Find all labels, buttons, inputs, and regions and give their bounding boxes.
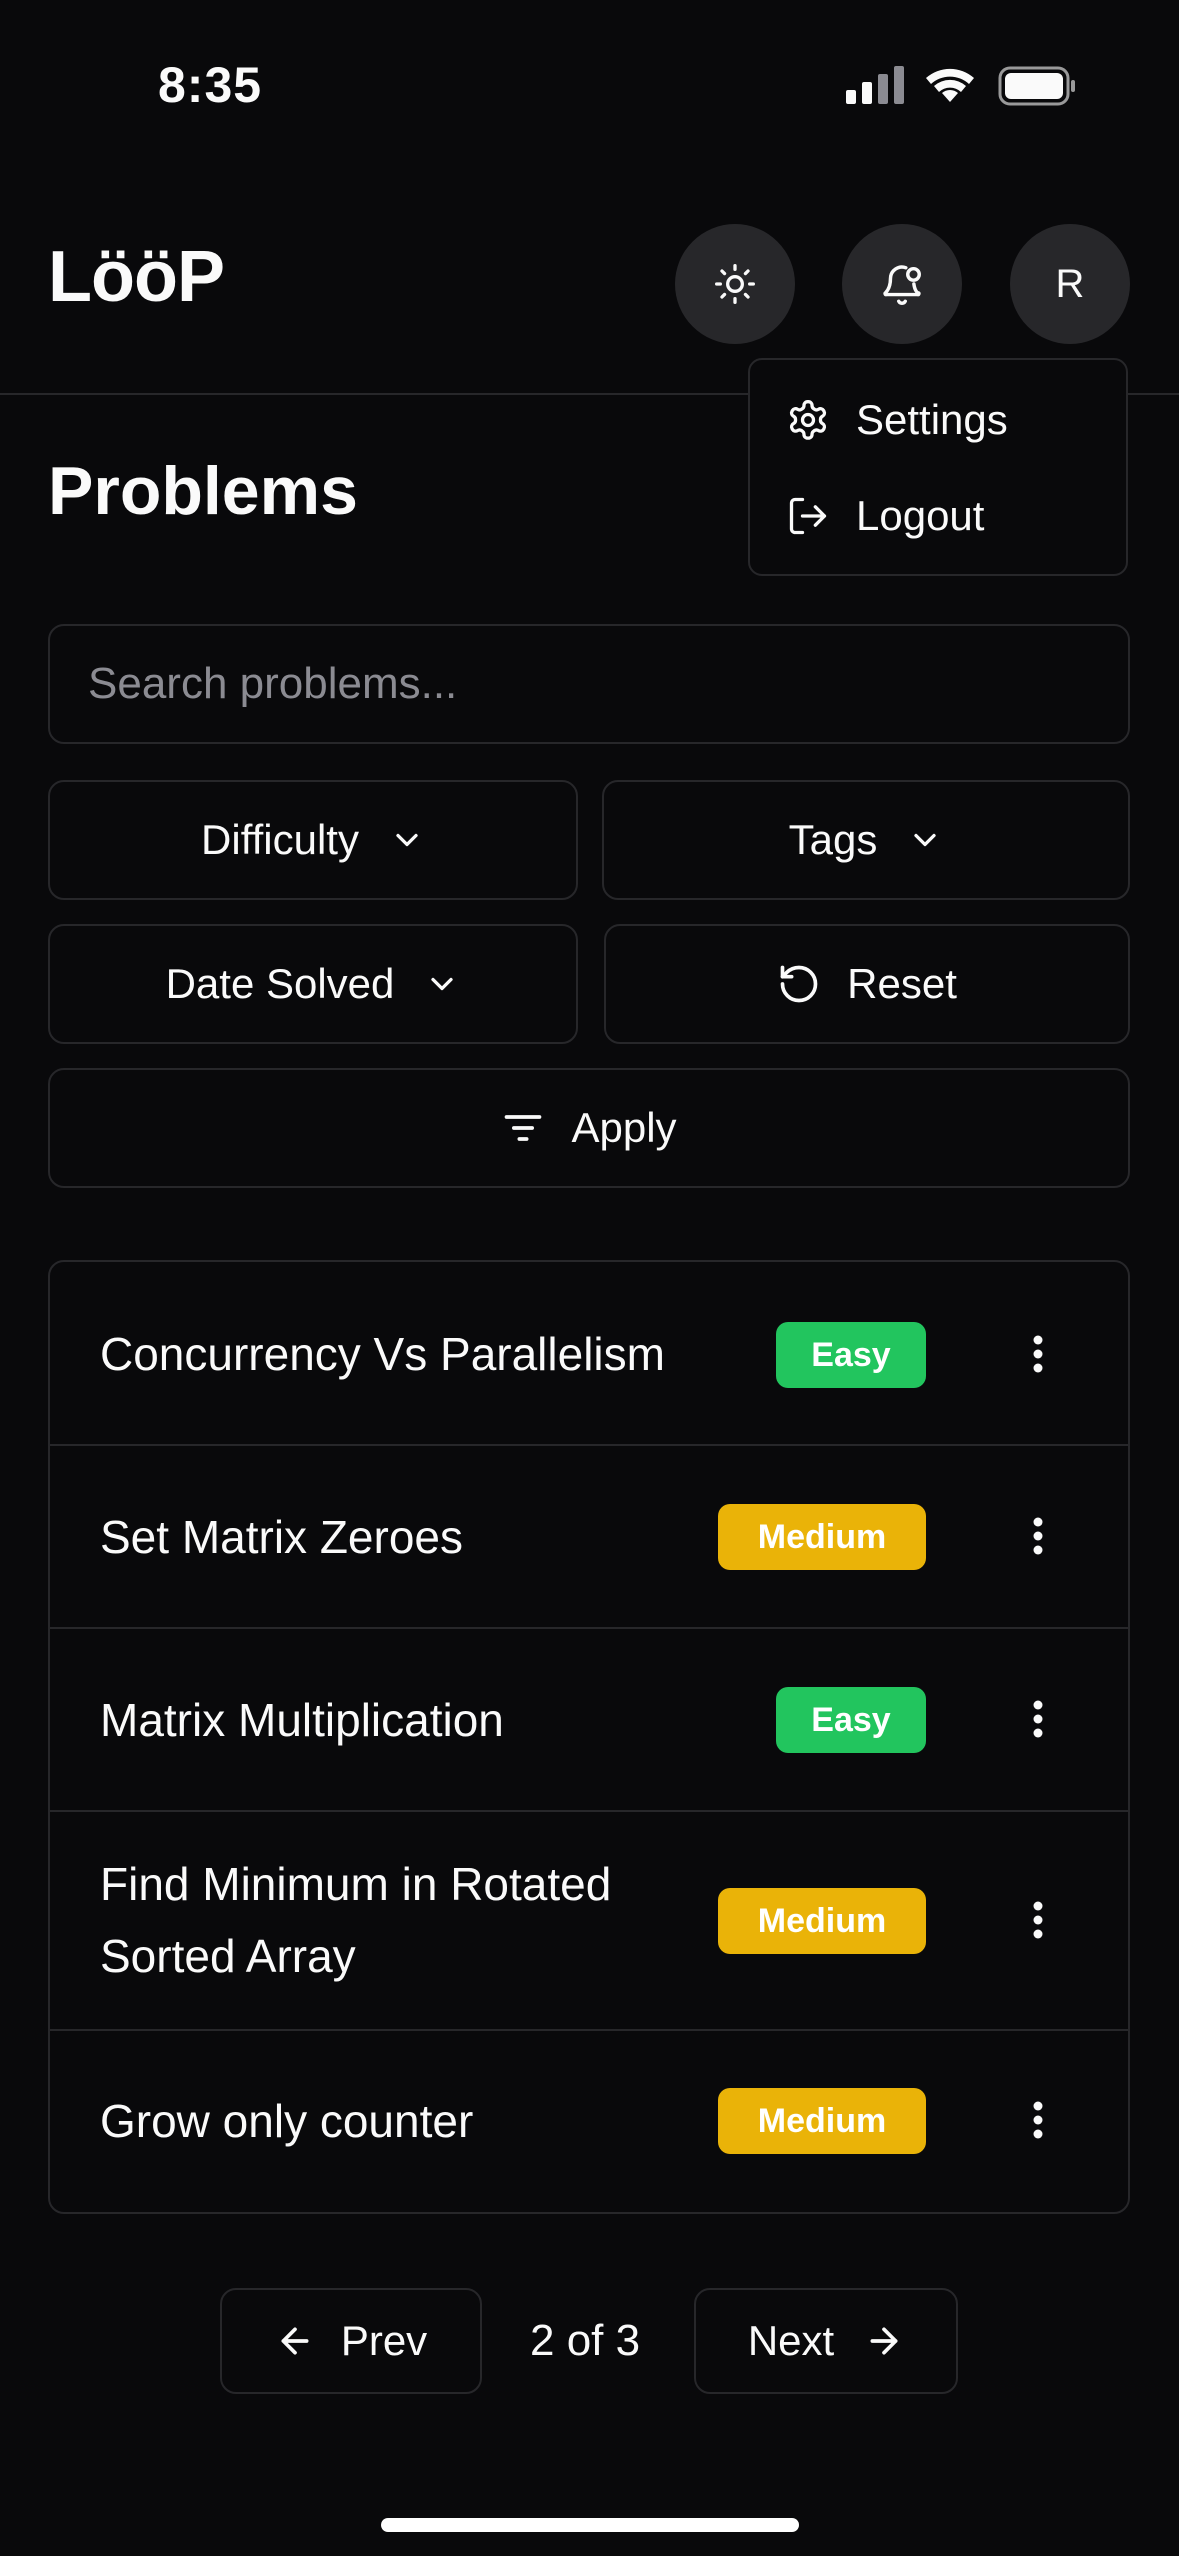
avatar-button[interactable]: R [1010,224,1130,344]
difficulty-badge: Easy [776,1687,926,1753]
theme-toggle-button[interactable] [675,224,795,344]
list-item[interactable]: Matrix Multiplication Easy [50,1629,1128,1812]
problem-title[interactable]: Matrix Multiplication [100,1684,504,1756]
menu-item-settings-label: Settings [856,396,1008,443]
app-logo[interactable]: LööP [48,236,225,318]
chevron-down-icon [907,822,943,858]
problem-title[interactable]: Concurrency Vs Parallelism [100,1318,665,1390]
page-title: Problems [48,453,358,529]
difficulty-filter-label: Difficulty [201,816,359,863]
apply-button[interactable]: Apply [48,1068,1130,1188]
status-icons [842,62,1082,110]
problem-title[interactable]: Set Matrix Zeroes [100,1501,463,1573]
difficulty-badge: Medium [718,1888,926,1954]
bell-icon [883,265,921,305]
filter-icon [501,1106,545,1150]
tags-filter-label: Tags [788,816,878,863]
chevron-down-icon [389,822,425,858]
difficulty-badge: Easy [776,1322,926,1388]
more-options-icon[interactable] [1018,1324,1058,1384]
tags-filter-button[interactable]: Tags [602,780,1130,900]
page-indicator: 2 of 3 [530,2316,641,2365]
menu-item-settings[interactable]: Settings [786,396,1008,444]
list-item[interactable]: Set Matrix Zeroes Medium [50,1446,1128,1629]
prev-label: Prev [340,2317,428,2364]
reset-label: Reset [847,960,957,1007]
list-item[interactable]: Concurrency Vs Parallelism Easy [50,1262,1128,1446]
arrow-right-icon [864,2321,904,2361]
search-input[interactable] [48,624,1130,744]
user-menu: Settings Logout [748,358,1128,576]
reset-button[interactable]: Reset [604,924,1130,1044]
list-item[interactable]: Grow only counter Medium [50,2031,1128,2212]
difficulty-badge: Medium [718,1504,926,1570]
difficulty-filter-button[interactable]: Difficulty [48,780,578,900]
sun-icon [715,264,755,304]
status-time: 8:35 [158,57,263,113]
more-options-icon[interactable] [1018,1890,1058,1950]
more-options-icon[interactable] [1018,2090,1058,2150]
menu-item-logout[interactable]: Logout [786,492,984,540]
signal-wifi-battery-icon [846,66,1075,106]
next-label: Next [747,2317,835,2364]
menu-item-logout-label: Logout [856,492,985,539]
date-solved-filter-label: Date Solved [165,960,395,1007]
home-indicator [381,2518,799,2532]
difficulty-badge: Medium [718,2088,926,2154]
apply-label: Apply [571,1104,677,1151]
more-options-icon[interactable] [1018,1689,1058,1749]
chevron-down-icon [424,966,460,1002]
avatar-initial: R [1055,261,1085,306]
rotate-ccw-icon [777,962,821,1006]
problem-title[interactable]: Find Minimum in Rotated Sorted Array [100,1848,700,1992]
problem-title[interactable]: Grow only counter [100,2085,473,2157]
gear-icon [789,400,827,440]
logout-icon [789,497,827,535]
arrow-left-icon [275,2321,315,2361]
list-item[interactable]: Find Minimum in Rotated Sorted Array Med… [50,1812,1128,2031]
next-page-button[interactable]: Next [694,2288,958,2394]
prev-page-button[interactable]: Prev [220,2288,482,2394]
more-options-icon[interactable] [1018,1506,1058,1566]
date-solved-filter-button[interactable]: Date Solved [48,924,578,1044]
notifications-button[interactable] [842,224,962,344]
problems-list: Concurrency Vs Parallelism Easy Set Matr… [48,1260,1130,2214]
